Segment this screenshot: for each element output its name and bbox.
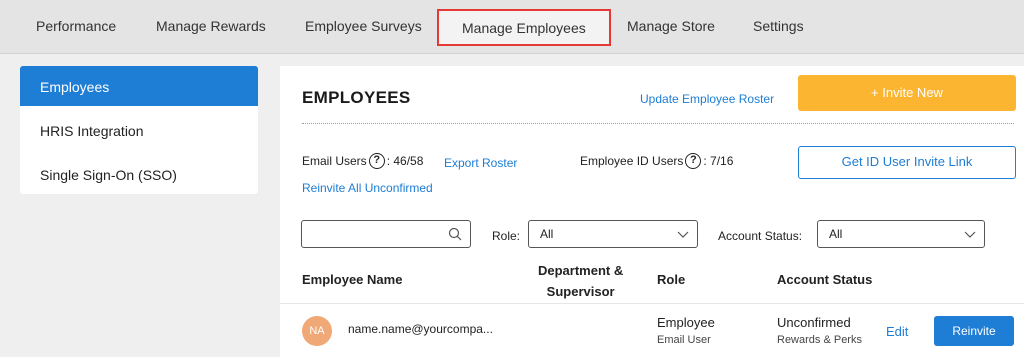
column-header-role[interactable]: Role	[657, 272, 685, 287]
column-header-employee-name[interactable]: Employee Name	[302, 272, 402, 287]
update-roster-link[interactable]: Update Employee Roster	[640, 92, 774, 106]
avatar: NA	[302, 316, 332, 346]
column-header-account-status[interactable]: Account Status	[777, 272, 872, 287]
tab-manage-rewards[interactable]: Manage Rewards	[156, 18, 266, 34]
column-header-department[interactable]: Department & Supervisor	[538, 260, 623, 302]
sidebar-item-employees[interactable]: Employees	[20, 66, 258, 106]
main-panel: EMPLOYEES Update Employee Roster + Invit…	[280, 66, 1024, 357]
status-select-value: All	[829, 227, 843, 241]
employee-role: Employee	[657, 315, 715, 330]
employee-role-type: Email User	[657, 334, 711, 346]
column-header-department-line1: Department &	[538, 263, 624, 278]
chevron-down-icon	[677, 231, 689, 238]
role-filter-label: Role:	[492, 229, 521, 243]
help-circle-icon[interactable]: ?	[685, 153, 702, 169]
status-badge: Unconfirmed	[777, 315, 851, 330]
sidebar-item-sso[interactable]: Single Sign-On (SSO)	[20, 154, 258, 194]
employee-email: name.name@yourcompa...	[348, 322, 493, 336]
id-users-stat: Employee ID Users ? : 7/16	[580, 153, 733, 169]
tab-settings[interactable]: Settings	[753, 18, 804, 34]
email-users-label: Email Users	[302, 154, 367, 168]
search-icon[interactable]	[448, 227, 462, 241]
get-id-invite-link-button[interactable]: Get ID User Invite Link	[798, 146, 1016, 179]
chevron-down-icon	[964, 231, 976, 238]
reinvite-all-link[interactable]: Reinvite All Unconfirmed	[302, 181, 433, 195]
id-users-label: Employee ID Users	[580, 154, 684, 168]
invite-new-button[interactable]: + Invite New	[798, 75, 1016, 111]
search-input[interactable]	[301, 220, 471, 248]
account-status-select[interactable]: All	[817, 220, 985, 248]
email-users-count: : 46/58	[386, 154, 424, 168]
tab-performance[interactable]: Performance	[36, 18, 116, 34]
id-users-count: : 7/16	[703, 154, 734, 168]
help-circle-icon[interactable]: ?	[368, 153, 385, 169]
role-select[interactable]: All	[528, 220, 698, 248]
top-nav: Performance Manage Rewards Employee Surv…	[0, 0, 1024, 54]
export-roster-link[interactable]: Export Roster	[444, 156, 517, 170]
tab-manage-employees[interactable]: Manage Employees	[437, 9, 611, 46]
page-title: EMPLOYEES	[302, 88, 411, 107]
sidebar: Employees HRIS Integration Single Sign-O…	[20, 66, 258, 194]
sidebar-item-hris-integration[interactable]: HRIS Integration	[20, 110, 258, 150]
edit-link[interactable]: Edit	[886, 324, 908, 339]
reinvite-button[interactable]: Reinvite	[934, 316, 1014, 346]
tab-employee-surveys[interactable]: Employee Surveys	[305, 18, 422, 34]
role-select-value: All	[540, 227, 554, 241]
tab-manage-store[interactable]: Manage Store	[627, 18, 715, 34]
column-header-department-line2: Supervisor	[546, 284, 615, 299]
status-filter-label: Account Status:	[718, 229, 803, 243]
status-program: Rewards & Perks	[777, 334, 862, 346]
table-row: NA name.name@yourcompa... Employee Email…	[280, 303, 1024, 357]
email-users-stat: Email Users ? : 46/58	[302, 153, 423, 169]
divider	[302, 123, 1014, 124]
